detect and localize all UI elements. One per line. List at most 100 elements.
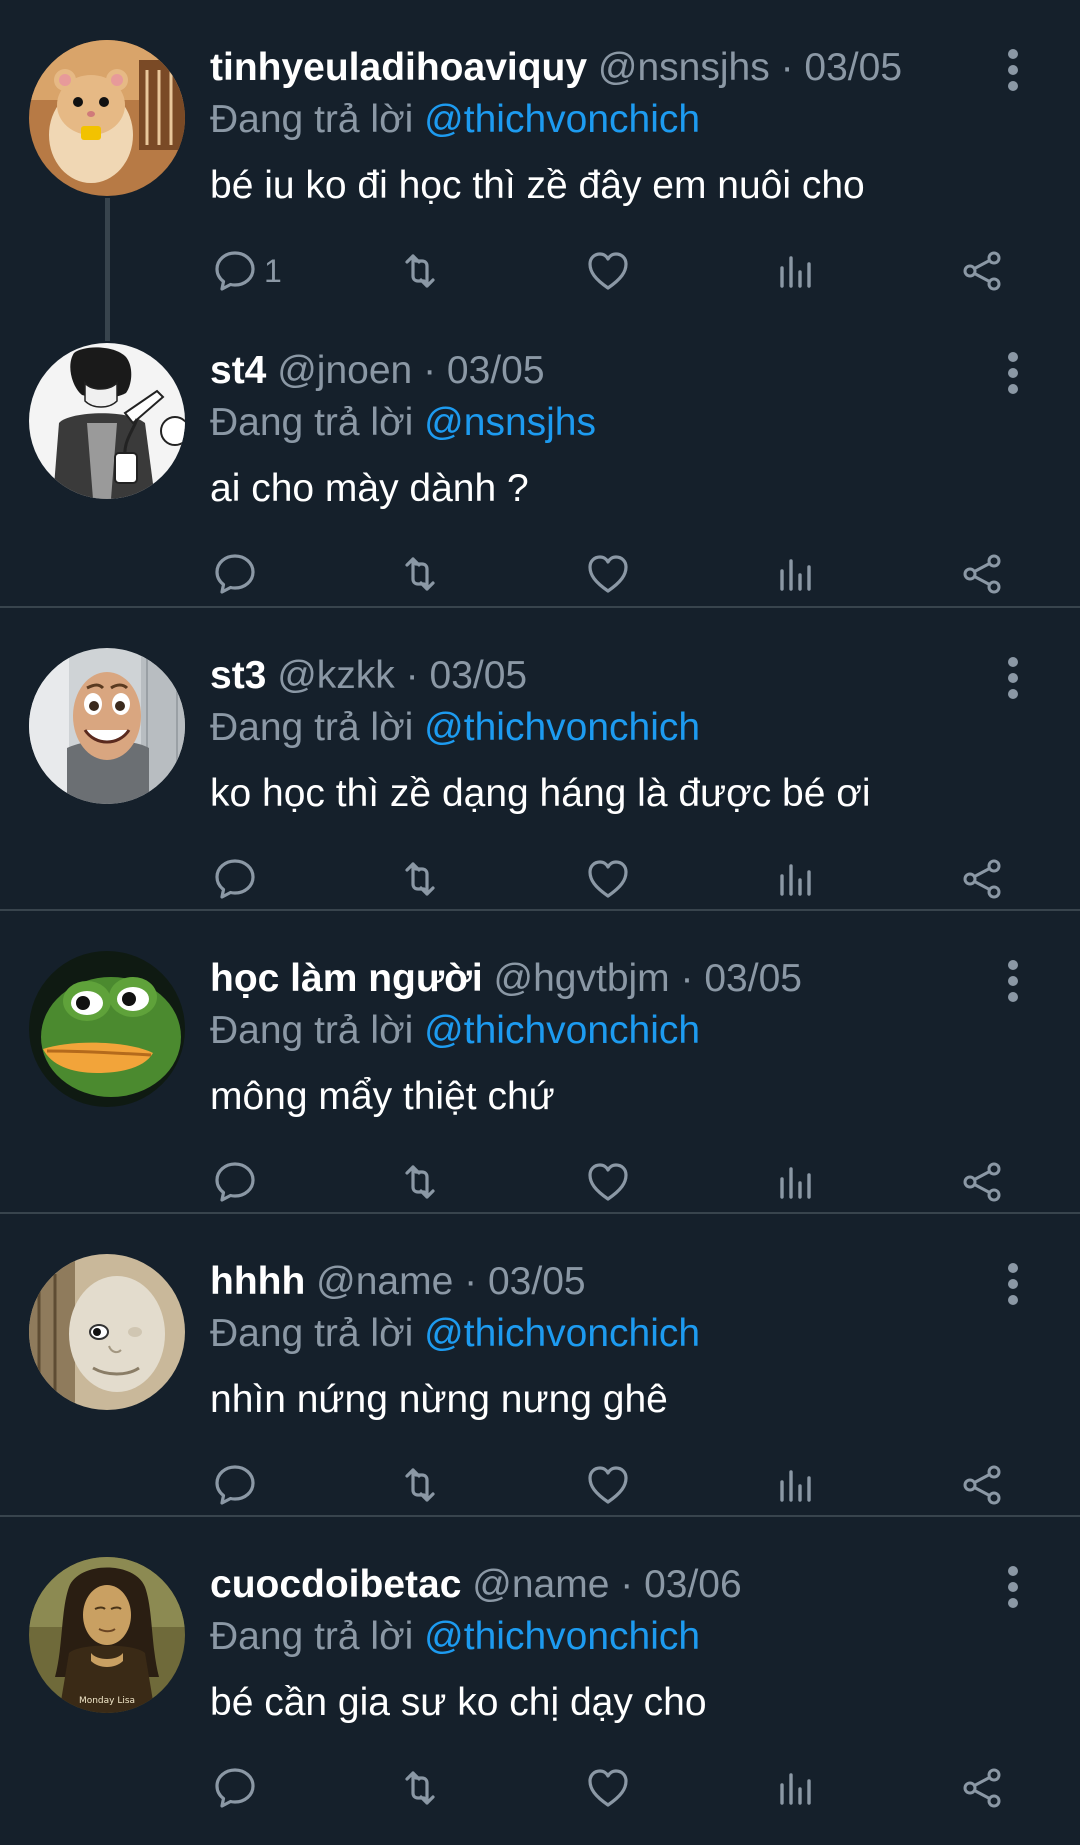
separator-dot: · xyxy=(620,1563,634,1606)
like-button[interactable] xyxy=(585,855,631,903)
reply-button[interactable] xyxy=(212,1158,264,1206)
more-options-button[interactable] xyxy=(998,48,1028,92)
bar-chart-icon xyxy=(780,1773,811,1805)
tweet-text: bé cần gia sư ko chị dạy cho xyxy=(210,1681,707,1724)
tweet-item[interactable]: hhhh @name · 03/05 Đang trả lời @thichvo… xyxy=(0,1212,1080,1515)
retweet-button[interactable] xyxy=(397,247,443,295)
heart-icon xyxy=(588,860,628,898)
manga-avatar[interactable] xyxy=(29,343,185,499)
share-button[interactable] xyxy=(959,855,1005,903)
retweet-icon xyxy=(405,1771,435,1805)
tweet-header: hhhh @name · 03/05 xyxy=(210,1256,990,1308)
like-button[interactable] xyxy=(585,550,631,598)
like-button[interactable] xyxy=(585,1764,631,1812)
more-vertical-icon xyxy=(1008,960,1018,1002)
robot-face-avatar[interactable] xyxy=(29,1254,185,1410)
reply-icon xyxy=(215,251,255,291)
display-name[interactable]: st4 xyxy=(210,349,266,392)
user-handle[interactable]: @name xyxy=(472,1563,609,1606)
thread-connector-line xyxy=(105,198,110,341)
reply-mention-link[interactable]: @thichvonchich xyxy=(424,706,700,749)
replying-to: Đang trả lời @thichvonchich xyxy=(210,1611,990,1663)
reply-button[interactable]: 1 xyxy=(212,247,282,295)
bar-chart-icon xyxy=(780,559,811,591)
reply-mention-link[interactable]: @thichvonchich xyxy=(424,1009,700,1052)
display-name[interactable]: tinhyeuladihoaviquy xyxy=(210,46,587,89)
retweet-icon xyxy=(405,254,435,288)
more-options-button[interactable] xyxy=(998,351,1028,395)
display-name[interactable]: st3 xyxy=(210,654,266,697)
analytics-button[interactable] xyxy=(772,1764,818,1812)
tweet-date[interactable]: 03/06 xyxy=(644,1563,742,1606)
woody-face-avatar[interactable] xyxy=(29,648,185,804)
share-icon xyxy=(963,1768,1001,1808)
user-handle[interactable]: @kzkk xyxy=(277,654,395,697)
share-icon xyxy=(963,1465,1001,1505)
user-handle[interactable]: @nsnsjhs xyxy=(598,46,770,89)
reply-mention-link[interactable]: @nsnsjhs xyxy=(424,401,596,444)
display-name[interactable]: học làm người xyxy=(210,957,483,1000)
more-options-button[interactable] xyxy=(998,1262,1028,1306)
reply-button[interactable] xyxy=(212,855,264,903)
monalisa-avatar[interactable]: Monday Lisa xyxy=(29,1557,185,1713)
tweet-content: cuocdoibetac @name · 03/06 Đang trả lời … xyxy=(210,1559,990,1729)
analytics-button[interactable] xyxy=(772,1461,818,1509)
tweet-date[interactable]: 03/05 xyxy=(488,1260,586,1303)
display-name[interactable]: hhhh xyxy=(210,1260,305,1303)
user-handle[interactable]: @jnoen xyxy=(277,349,412,392)
analytics-button[interactable] xyxy=(772,550,818,598)
retweet-button[interactable] xyxy=(397,550,443,598)
reply-button[interactable] xyxy=(212,1764,264,1812)
retweet-button[interactable] xyxy=(397,1158,443,1206)
share-button[interactable] xyxy=(959,1158,1005,1206)
retweet-button[interactable] xyxy=(397,855,443,903)
tweet-date[interactable]: 03/05 xyxy=(704,957,802,1000)
reply-mention-link[interactable]: @thichvonchich xyxy=(424,1615,700,1658)
more-options-button[interactable] xyxy=(998,1565,1028,1609)
tweet-header: học làm người @hgvtbjm · 03/05 xyxy=(210,953,990,1005)
more-options-button[interactable] xyxy=(998,959,1028,1003)
share-button[interactable] xyxy=(959,1461,1005,1509)
reply-button[interactable] xyxy=(212,1461,264,1509)
retweet-button[interactable] xyxy=(397,1764,443,1812)
tweet-date[interactable]: 03/05 xyxy=(447,349,545,392)
tweet-actions xyxy=(210,1461,1020,1509)
separator-dot: · xyxy=(780,46,794,89)
share-icon xyxy=(963,859,1001,899)
user-handle[interactable]: @hgvtbjm xyxy=(494,957,670,1000)
reply-button[interactable] xyxy=(212,550,264,598)
replying-to: Đang trả lời @nsnsjhs xyxy=(210,397,990,449)
analytics-button[interactable] xyxy=(772,247,818,295)
tweet-item[interactable]: st4 @jnoen · 03/05 Đang trả lời @nsnsjhs… xyxy=(0,303,1080,606)
bar-chart-icon xyxy=(780,864,811,896)
display-name[interactable]: cuocdoibetac xyxy=(210,1563,461,1606)
tweet-content: học làm người @hgvtbjm · 03/05 Đang trả … xyxy=(210,953,990,1123)
tweet-item[interactable]: st3 @kzkk · 03/05 Đang trả lời @thichvon… xyxy=(0,606,1080,909)
tweet-date[interactable]: 03/05 xyxy=(804,46,902,89)
reply-mention-link[interactable]: @thichvonchich xyxy=(424,98,700,141)
retweet-icon xyxy=(405,557,435,591)
reply-icon xyxy=(215,1768,255,1808)
tweet-item[interactable]: Monday Lisa cuocdoibetac @name · 03/06 Đ… xyxy=(0,1515,1080,1818)
pepe-frog-avatar[interactable] xyxy=(29,951,185,1107)
user-handle[interactable]: @name xyxy=(316,1260,453,1303)
share-button[interactable] xyxy=(959,1764,1005,1812)
retweet-button[interactable] xyxy=(397,1461,443,1509)
reply-icon xyxy=(215,1465,255,1505)
like-button[interactable] xyxy=(585,1461,631,1509)
analytics-button[interactable] xyxy=(772,1158,818,1206)
like-button[interactable] xyxy=(585,1158,631,1206)
like-button[interactable] xyxy=(585,247,631,295)
tweet-item[interactable]: học làm người @hgvtbjm · 03/05 Đang trả … xyxy=(0,909,1080,1212)
more-vertical-icon xyxy=(1008,1263,1018,1305)
share-button[interactable] xyxy=(959,247,1005,295)
heart-icon xyxy=(588,555,628,593)
hamster-avatar[interactable] xyxy=(29,40,185,196)
heart-icon xyxy=(588,1466,628,1504)
analytics-button[interactable] xyxy=(772,855,818,903)
tweet-date[interactable]: 03/05 xyxy=(430,654,528,697)
reply-mention-link[interactable]: @thichvonchich xyxy=(424,1312,700,1355)
tweet-item[interactable]: tinhyeuladihoaviquy @nsnsjhs · 03/05 Đan… xyxy=(0,0,1080,341)
more-options-button[interactable] xyxy=(998,656,1028,700)
share-button[interactable] xyxy=(959,550,1005,598)
